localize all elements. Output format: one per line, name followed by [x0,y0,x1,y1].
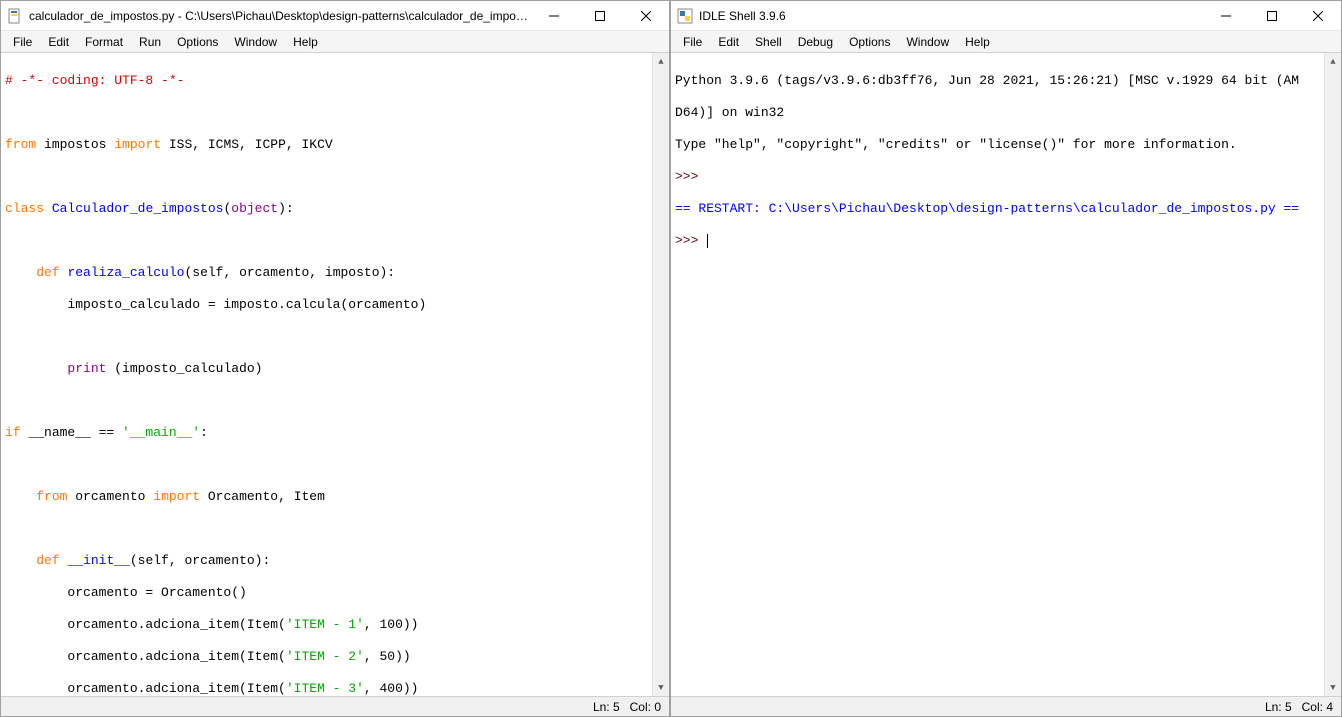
editor-titlebar: calculador_de_impostos.py - C:\Users\Pic… [1,1,669,31]
menu-help[interactable]: Help [957,33,998,51]
shell-title: IDLE Shell 3.9.6 [699,9,1203,23]
minimize-button[interactable] [1203,1,1249,30]
menu-edit[interactable]: Edit [710,33,747,51]
status-col: Col: 0 [630,700,661,714]
status-line: Ln: 5 [593,700,620,714]
code-text: # -*- coding: UTF-8 -*- [5,73,184,88]
window-controls [531,1,669,30]
editor-menubar: File Edit Format Run Options Window Help [1,31,669,53]
shell-window: IDLE Shell 3.9.6 File Edit Shell Debug O… [670,0,1342,717]
menu-format[interactable]: Format [77,33,131,51]
shell-titlebar: IDLE Shell 3.9.6 [671,1,1341,31]
close-button[interactable] [623,1,669,30]
menu-file[interactable]: File [675,33,710,51]
scroll-up-icon[interactable]: ▲ [1325,53,1341,70]
python-file-icon [7,8,23,24]
shell-prompt: >>> [675,169,706,184]
menu-help[interactable]: Help [285,33,326,51]
shell-output[interactable]: Python 3.9.6 (tags/v3.9.6:db3ff76, Jun 2… [671,53,1341,696]
text-cursor [707,234,708,248]
menu-options[interactable]: Options [169,33,226,51]
window-controls [1203,1,1341,30]
scroll-down-icon[interactable]: ▼ [1325,679,1341,696]
menu-file[interactable]: File [5,33,40,51]
menu-run[interactable]: Run [131,33,169,51]
shell-text: Python 3.9.6 (tags/v3.9.6:db3ff76, Jun 2… [675,73,1299,88]
status-col: Col: 4 [1302,700,1333,714]
shell-statusbar: Ln: 5 Col: 4 [671,696,1341,716]
minimize-button[interactable] [531,1,577,30]
editor-statusbar: Ln: 5 Col: 0 [1,696,669,716]
shell-prompt: >>> [675,233,706,248]
code-editor[interactable]: # -*- coding: UTF-8 -*- from impostos im… [1,53,669,696]
maximize-button[interactable] [577,1,623,30]
editor-scrollbar[interactable]: ▲ ▼ [652,53,669,696]
editor-window: calculador_de_impostos.py - C:\Users\Pic… [0,0,670,717]
scroll-up-icon[interactable]: ▲ [653,53,669,70]
shell-scrollbar[interactable]: ▲ ▼ [1324,53,1341,696]
shell-menubar: File Edit Shell Debug Options Window Hel… [671,31,1341,53]
menu-shell[interactable]: Shell [747,33,790,51]
menu-window[interactable]: Window [226,33,285,51]
editor-title: calculador_de_impostos.py - C:\Users\Pic… [29,9,531,23]
close-button[interactable] [1295,1,1341,30]
scroll-down-icon[interactable]: ▼ [653,679,669,696]
idle-icon [677,8,693,24]
menu-edit[interactable]: Edit [40,33,77,51]
menu-window[interactable]: Window [898,33,957,51]
menu-debug[interactable]: Debug [790,33,841,51]
menu-options[interactable]: Options [841,33,898,51]
status-line: Ln: 5 [1265,700,1292,714]
maximize-button[interactable] [1249,1,1295,30]
